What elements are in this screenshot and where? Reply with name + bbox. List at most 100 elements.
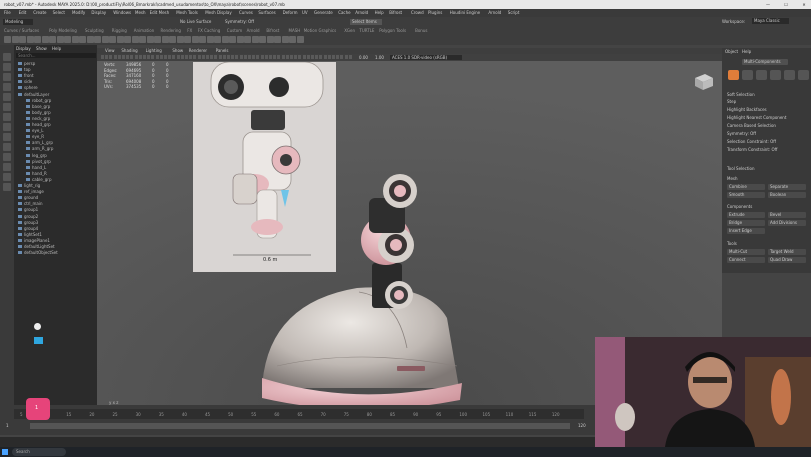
attr-menu-help[interactable]: Help xyxy=(742,49,751,54)
maximize-button[interactable]: ☐ xyxy=(781,0,791,9)
outliner-item[interactable]: eye_R xyxy=(26,134,44,139)
viewport-toolbar-icon[interactable] xyxy=(269,55,272,59)
viewport-toolbar-icon[interactable] xyxy=(113,55,117,59)
outliner-item[interactable]: body_grp xyxy=(26,110,51,115)
symmetry-label[interactable]: Symmetry: Off xyxy=(225,19,254,24)
shelf-tab-13[interactable]: XGen xyxy=(344,28,355,33)
range-end-field[interactable]: 120 xyxy=(578,423,586,428)
viewport-toolbar-icon[interactable] xyxy=(285,55,289,59)
shelf-tab-8[interactable]: Custom xyxy=(227,28,242,33)
range-slider[interactable] xyxy=(30,423,570,429)
shelf-tool-icon[interactable] xyxy=(221,36,229,43)
tools-section[interactable]: Tools xyxy=(727,241,737,246)
viewport-toolbar-icon[interactable] xyxy=(243,55,247,59)
viewport-toolbar-icon[interactable] xyxy=(260,55,264,59)
viewport-toolbar-icon[interactable] xyxy=(206,55,209,59)
shelf-tool-icon[interactable] xyxy=(124,36,131,43)
command-line[interactable] xyxy=(0,437,595,447)
outliner-item[interactable]: defaultObjectSet xyxy=(18,250,58,255)
viewport-toolbar-icon[interactable] xyxy=(151,55,155,59)
outliner-item[interactable]: imagePlane1 xyxy=(18,238,50,243)
shelf-tool-icon[interactable] xyxy=(109,36,116,43)
outliner-item[interactable]: base_grp xyxy=(26,104,50,109)
viewport-toolbar-icon[interactable] xyxy=(218,55,222,59)
viewport-toolbar-icon[interactable] xyxy=(168,55,172,59)
shelf-tool-icon[interactable] xyxy=(236,36,244,43)
shelf-tool-icon[interactable] xyxy=(251,36,259,43)
shelf-tool-icon[interactable] xyxy=(229,36,236,43)
menu-item-curves[interactable]: Curves xyxy=(239,9,253,17)
viewport-toolbar-icon[interactable] xyxy=(134,55,138,59)
outliner-item[interactable]: hand_R xyxy=(26,171,47,176)
live-surface-label[interactable]: No Live Surface xyxy=(180,19,211,24)
menu-item-select[interactable]: Select xyxy=(53,9,65,17)
mesh-button-smooth[interactable]: Smooth xyxy=(727,192,765,198)
shelf-tool-icon[interactable] xyxy=(101,36,109,43)
viewport-toolbar-icon[interactable] xyxy=(302,55,306,59)
viewport-toolbar-icon[interactable] xyxy=(298,55,302,59)
shelf-tool-icon[interactable] xyxy=(184,36,191,43)
viewport-toolbar-icon[interactable] xyxy=(340,55,344,59)
viewport-toolbar-icon[interactable] xyxy=(239,55,243,59)
shelf-tool-icon[interactable] xyxy=(259,36,266,43)
tool-selection-section[interactable]: Tool Selection xyxy=(727,166,754,171)
menu-item-bifrost[interactable]: Bifrost xyxy=(389,9,402,17)
viewport-toolbar-icon[interactable] xyxy=(172,55,176,59)
exposure-value[interactable]: 0.00 xyxy=(359,54,368,61)
menu-item-mesh-display[interactable]: Mesh Display xyxy=(205,9,232,17)
attr-option-row[interactable]: Transform Constraint: Off xyxy=(727,147,777,152)
shelf-tool-icon[interactable] xyxy=(86,36,94,43)
viewport-toolbar-icon[interactable] xyxy=(122,55,125,59)
mesh-button-boolean[interactable]: Boolean xyxy=(768,192,806,198)
scale-tool-icon[interactable] xyxy=(3,103,11,111)
selection-mode-icon[interactable] xyxy=(756,70,767,80)
menu-item-houdini-engine[interactable]: Houdini Engine xyxy=(450,9,480,17)
shelf-tab-3[interactable]: Rigging xyxy=(112,28,127,33)
shelf-tab-6[interactable]: FX xyxy=(187,28,192,33)
shelf-tool-icon[interactable] xyxy=(139,36,146,43)
menu-item-windows[interactable]: Windows xyxy=(113,9,131,17)
image-plane-icon[interactable] xyxy=(34,337,43,344)
viewport-toolbar-icon[interactable] xyxy=(332,55,335,59)
gamma-value[interactable]: 1.00 xyxy=(375,54,384,61)
outliner-item[interactable]: lightSet1 xyxy=(18,232,42,237)
menu-item-crowd[interactable]: Crowd xyxy=(411,9,424,17)
viewport-toolbar-icon[interactable] xyxy=(126,55,130,59)
viewport-toolbar-icon[interactable] xyxy=(277,55,281,59)
shelf-tool-icon[interactable] xyxy=(206,36,214,43)
component-button-add-divisions[interactable]: Add Divisions xyxy=(768,220,806,226)
shelf-tool-icon[interactable] xyxy=(4,36,11,43)
component-button-bridge[interactable]: Bridge xyxy=(727,220,765,226)
shelf-tool-icon[interactable] xyxy=(64,36,71,43)
selection-mode-icon[interactable] xyxy=(728,70,739,80)
viewport-toolbar-icon[interactable] xyxy=(323,55,327,59)
viewport-toolbar-icon[interactable] xyxy=(315,55,319,59)
mesh-section[interactable]: Mesh xyxy=(727,176,738,181)
shelf-tool-icon[interactable] xyxy=(19,36,26,43)
layout-single-icon[interactable] xyxy=(3,123,11,131)
viewport-toolbar-icon[interactable] xyxy=(348,55,352,59)
taskbar-search-input[interactable]: Search xyxy=(12,448,66,456)
menu-item-edit-mesh[interactable]: Edit Mesh xyxy=(150,9,170,17)
menu-item-edit[interactable]: Edit xyxy=(19,9,27,17)
viewport-toolbar-icon[interactable] xyxy=(311,55,314,59)
select-items-button[interactable]: Select Items xyxy=(350,19,382,25)
outliner-item[interactable]: group3 xyxy=(18,220,38,225)
viewport-toolbar-icon[interactable] xyxy=(306,55,310,59)
color-transform-dropdown[interactable]: ACES 1.0 SDR-video (sRGB) xyxy=(390,55,462,60)
tool-button-quad-draw[interactable]: Quad Draw xyxy=(768,257,806,263)
viewport-toolbar-icon[interactable] xyxy=(327,55,331,59)
viewport-toolbar-icon[interactable] xyxy=(176,55,180,59)
menu-item-deform[interactable]: Deform xyxy=(283,9,298,17)
outliner-menu-show[interactable]: Show xyxy=(36,46,47,51)
shelf-tab-7[interactable]: FX Caching xyxy=(198,28,220,33)
components-section[interactable]: Components xyxy=(727,204,752,209)
selection-mode-icon[interactable] xyxy=(770,70,781,80)
outliner-item[interactable]: group4 xyxy=(18,226,38,231)
shelf-tab-4[interactable]: Animation xyxy=(134,28,154,33)
shelf-tool-icon[interactable] xyxy=(274,36,281,43)
menu-item-script[interactable]: Script xyxy=(508,9,520,17)
shelf-tool-icon[interactable] xyxy=(49,36,56,43)
viewport-toolbar-icon[interactable] xyxy=(281,55,285,59)
viewport-toolbar-icon[interactable] xyxy=(227,55,230,59)
